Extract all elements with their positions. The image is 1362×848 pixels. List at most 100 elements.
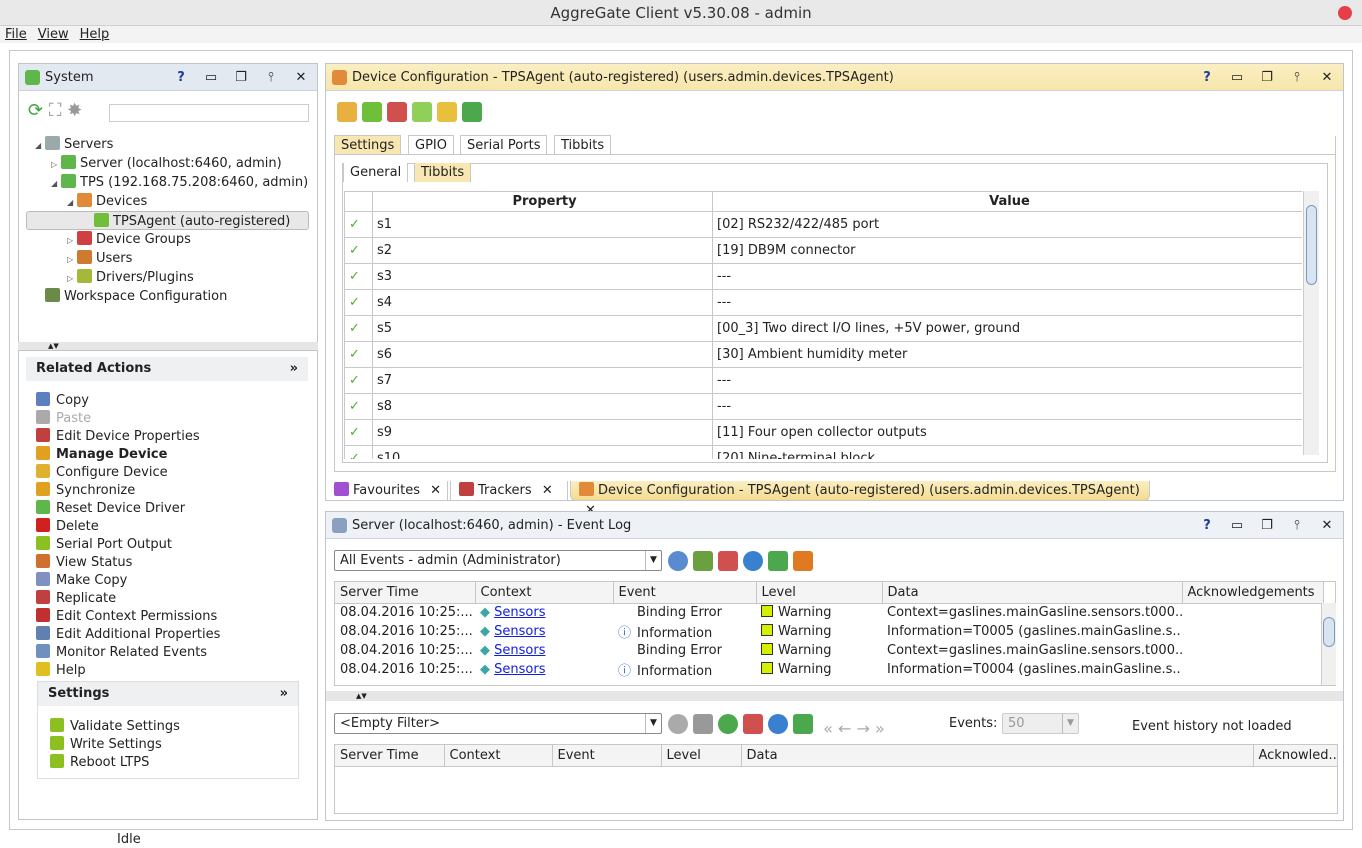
first-page-icon[interactable]: « — [823, 719, 833, 738]
settings-header[interactable]: Settings » — [38, 682, 298, 706]
pin-icon[interactable]: ⫯ — [1289, 512, 1305, 539]
restore-icon[interactable]: ❐ — [1259, 64, 1275, 91]
tab-tibbits[interactable]: Tibbits — [554, 135, 612, 154]
expand-arrow-icon[interactable]: ▷ — [51, 155, 61, 174]
unlock-icon[interactable] — [412, 102, 432, 122]
collapse-arrow-icon[interactable]: ◢ — [51, 174, 61, 193]
pin-icon[interactable]: ⫯ — [1289, 64, 1305, 91]
last-page-icon[interactable]: » — [875, 719, 885, 738]
menu-view[interactable]: View — [38, 27, 69, 42]
prev-page-icon[interactable]: ← — [838, 719, 851, 738]
refresh-icon[interactable]: ⟳ — [28, 100, 43, 121]
events-count-select[interactable]: 50 ▼ — [1002, 713, 1079, 734]
collapse-chevron-icon[interactable]: » — [280, 682, 288, 706]
save-icon[interactable] — [462, 102, 482, 122]
value-cell[interactable]: [02] RS232/422/485 port — [712, 211, 1302, 238]
tab-serial-ports[interactable]: Serial Ports — [460, 135, 548, 154]
broom-icon[interactable] — [793, 551, 813, 571]
event-row[interactable]: 08.04.2016 10:25:... ◆ Sensors Binding Err… — [335, 641, 1323, 660]
value-cell[interactable]: [00_3] Two direct I/O lines, +5V power, … — [712, 315, 1302, 342]
action-item[interactable]: Synchronize — [36, 482, 135, 500]
action-item[interactable]: Serial Port Output — [36, 536, 172, 554]
value-cell[interactable]: [11] Four open collector outputs — [712, 419, 1302, 446]
column-property[interactable]: Property — [372, 191, 713, 212]
action-item[interactable]: Manage Device — [36, 446, 167, 464]
pin-icon[interactable]: ⫯ — [263, 64, 279, 91]
action-item[interactable]: Delete — [36, 518, 99, 536]
close-icon[interactable]: ✕ — [1319, 512, 1335, 539]
go-icon[interactable] — [668, 551, 688, 571]
restore-icon[interactable]: ❐ — [1259, 512, 1275, 539]
column-header[interactable]: Data — [741, 745, 1254, 767]
column-header[interactable]: Context — [444, 745, 553, 767]
event-scrollbar[interactable] — [1321, 603, 1336, 685]
column-header[interactable]: Data — [882, 582, 1183, 604]
event-row[interactable]: 08.04.2016 10:25:... ◆ Sensors Binding Err… — [335, 603, 1323, 622]
action-item[interactable]: Monitor Related Events — [36, 644, 207, 662]
close-icon[interactable]: ✕ — [1319, 64, 1335, 91]
column-header[interactable]: Server Time — [335, 582, 476, 604]
table-row[interactable]: ✓ s1 [02] RS232/422/485 port — [344, 211, 1302, 238]
related-actions-header[interactable]: Related Actions » — [26, 357, 308, 381]
bottom-tab[interactable]: Favourites ✕ — [325, 481, 448, 501]
table-row[interactable]: ✓ s10 [20] Nine-terminal block — [344, 445, 1302, 459]
action-item[interactable]: Edit Device Properties — [36, 428, 200, 446]
action-item[interactable]: View Status — [36, 554, 132, 572]
help-icon[interactable]: ? — [1199, 64, 1215, 91]
close-icon[interactable]: ✕ — [293, 64, 309, 91]
bottom-tab[interactable]: Trackers ✕ — [450, 481, 568, 501]
tree-item[interactable]: Workspace Configuration — [35, 287, 227, 306]
value-cell[interactable]: --- — [712, 393, 1302, 420]
value-cell[interactable]: --- — [712, 367, 1302, 394]
event-filter-select[interactable]: All Events - admin (Administrator) ▼ — [334, 550, 662, 571]
tab-settings[interactable]: Settings — [334, 135, 402, 154]
value-cell[interactable]: [30] Ambient humidity meter — [712, 341, 1302, 368]
event-row[interactable]: 08.04.2016 10:25:... ◆ Sensors ⓘ Informatio… — [335, 622, 1323, 641]
column-header[interactable]: Level — [756, 582, 883, 604]
expand-arrow-icon[interactable]: ▷ — [67, 231, 77, 250]
context-link[interactable]: Sensors — [494, 624, 545, 639]
collapse-chevron-icon[interactable]: » — [290, 357, 298, 381]
clear-icon[interactable] — [743, 714, 763, 734]
filter-icon[interactable] — [693, 551, 713, 571]
event-row[interactable]: 08.04.2016 10:25:... ◆ Sensors ⓘ Informatio… — [335, 660, 1323, 679]
table-row[interactable]: ✓ s2 [19] DB9M connector — [344, 237, 1302, 264]
maximize-icon[interactable]: ▭ — [1229, 512, 1245, 539]
help-icon[interactable]: ? — [1199, 512, 1215, 539]
tree-item[interactable]: ▷ Users — [67, 249, 132, 268]
action-item[interactable]: Copy — [36, 392, 89, 410]
value-cell[interactable]: --- — [712, 289, 1302, 316]
expand-arrow-icon[interactable]: ▷ — [67, 269, 77, 288]
restore-icon[interactable]: ❐ — [233, 64, 249, 91]
help-icon[interactable]: ? — [173, 64, 189, 91]
context-link[interactable]: Sensors — [494, 662, 545, 677]
maximize-icon[interactable]: ▭ — [1229, 64, 1245, 91]
table-row[interactable]: ✓ s6 [30] Ambient humidity meter — [344, 341, 1302, 368]
table-row[interactable]: ✓ s5 [00_3] Two direct I/O lines, +5V powe… — [344, 315, 1302, 342]
settings-action[interactable]: Write Settings — [50, 736, 162, 754]
go-icon[interactable] — [668, 714, 688, 734]
collapse-arrow-icon[interactable]: ◢ — [35, 136, 45, 155]
settings-action[interactable]: Validate Settings — [50, 718, 180, 736]
action-item[interactable]: Replicate — [36, 590, 116, 608]
value-cell[interactable]: --- — [712, 263, 1302, 290]
subtab-tibbits[interactable]: Tibbits — [414, 163, 472, 182]
clear-icon[interactable] — [718, 551, 738, 571]
table-row[interactable]: ✓ s3 --- — [344, 263, 1302, 290]
chart-icon[interactable] — [743, 551, 763, 571]
open-folder-icon[interactable] — [437, 102, 457, 122]
context-link[interactable]: Sensors — [494, 605, 545, 620]
column-header[interactable]: Event — [613, 582, 757, 604]
refresh-icon[interactable] — [718, 714, 738, 734]
window-close-button[interactable] — [1338, 6, 1352, 20]
history-filter-select[interactable]: <Empty Filter> ▼ — [334, 713, 662, 734]
splitter[interactable]: ▲▼ — [18, 342, 318, 350]
filter-icon[interactable] — [693, 714, 713, 734]
tree-item[interactable]: ◢ TPS (192.168.75.208:6460, admin) — [51, 173, 308, 192]
column-header[interactable]: Level — [661, 745, 742, 767]
delete-icon[interactable] — [387, 102, 407, 122]
action-item[interactable]: Edit Context Permissions — [36, 608, 217, 626]
tree-item[interactable]: ◢ Devices — [67, 192, 147, 211]
close-icon[interactable]: ✕ — [430, 483, 441, 498]
collapse-arrow-icon[interactable]: ◢ — [67, 193, 77, 212]
